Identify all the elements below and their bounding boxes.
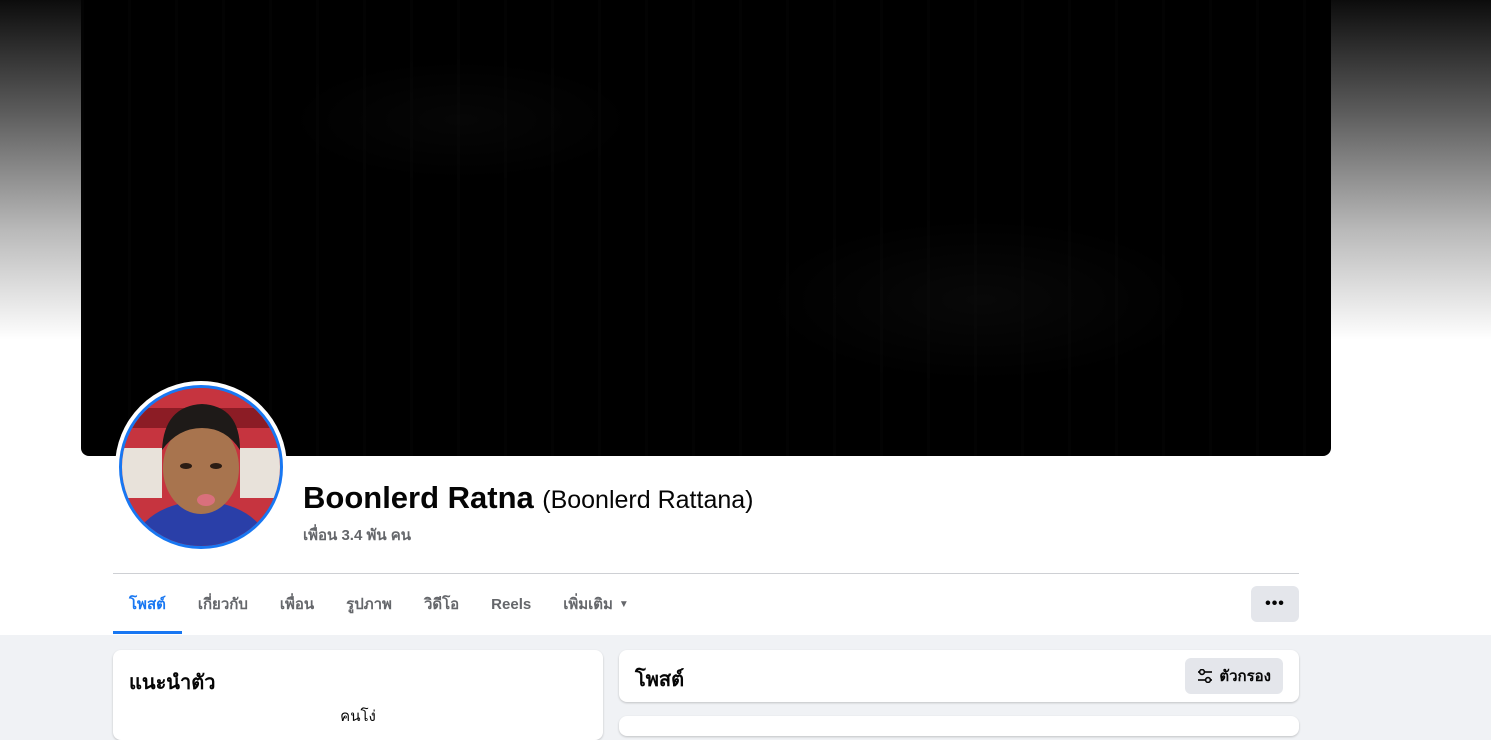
- tab-label: เพิ่มเติม: [563, 596, 613, 613]
- tab-label: วิดีโอ: [423, 596, 460, 613]
- profile-picture[interactable]: [119, 385, 283, 549]
- posts-title: โพสต์: [635, 669, 685, 691]
- tab-label: เพื่อน: [279, 596, 315, 613]
- profile-photo-image: [122, 388, 280, 546]
- profile-alternate-name: (Boonlerd Rattana): [542, 486, 754, 514]
- filter-button[interactable]: ตัวกรอง: [1185, 658, 1283, 694]
- caret-down-icon: ▼: [618, 598, 629, 610]
- intro-card: แนะนำตัว คนโง่: [113, 650, 603, 740]
- profile-more-options-button[interactable]: •••: [1251, 586, 1299, 622]
- tab-posts[interactable]: โพสต์: [113, 574, 182, 634]
- tab-friends[interactable]: เพื่อน: [264, 574, 330, 634]
- tab-label: Reels: [491, 595, 532, 613]
- posts-header-card: โพสต์ ตัวกรอง: [619, 650, 1299, 702]
- intro-bio: คนโง่: [340, 708, 376, 725]
- tab-label: เกี่ยวกับ: [197, 596, 248, 613]
- profile-name-line: Boonlerd Ratna (Boonlerd Rattana): [303, 480, 753, 516]
- cover-photo[interactable]: [81, 0, 1331, 456]
- post-card: [619, 716, 1299, 736]
- tab-reels[interactable]: Reels: [475, 574, 547, 634]
- sliders-icon: [1198, 669, 1213, 683]
- filter-label: ตัวกรอง: [1219, 668, 1271, 685]
- profile-tabs: โพสต์ เกี่ยวกับ เพื่อน รูปภาพ วิดีโอ Ree…: [113, 574, 645, 634]
- profile-name: Boonlerd Ratna: [303, 480, 534, 515]
- tab-about[interactable]: เกี่ยวกับ: [182, 574, 264, 634]
- ellipsis-icon: •••: [1265, 595, 1285, 612]
- tab-photos[interactable]: รูปภาพ: [330, 574, 408, 634]
- intro-title: แนะนำตัว: [129, 672, 216, 694]
- profile-picture-frame: [115, 381, 287, 553]
- tab-videos[interactable]: วิดีโอ: [408, 574, 475, 634]
- friends-count-link[interactable]: เพื่อน 3.4 พัน คน: [303, 523, 411, 547]
- tab-label: โพสต์: [129, 596, 166, 613]
- cover-texture: [81, 0, 1331, 456]
- tab-more[interactable]: เพิ่มเติม ▼: [547, 574, 645, 634]
- tab-label: รูปภาพ: [346, 596, 392, 613]
